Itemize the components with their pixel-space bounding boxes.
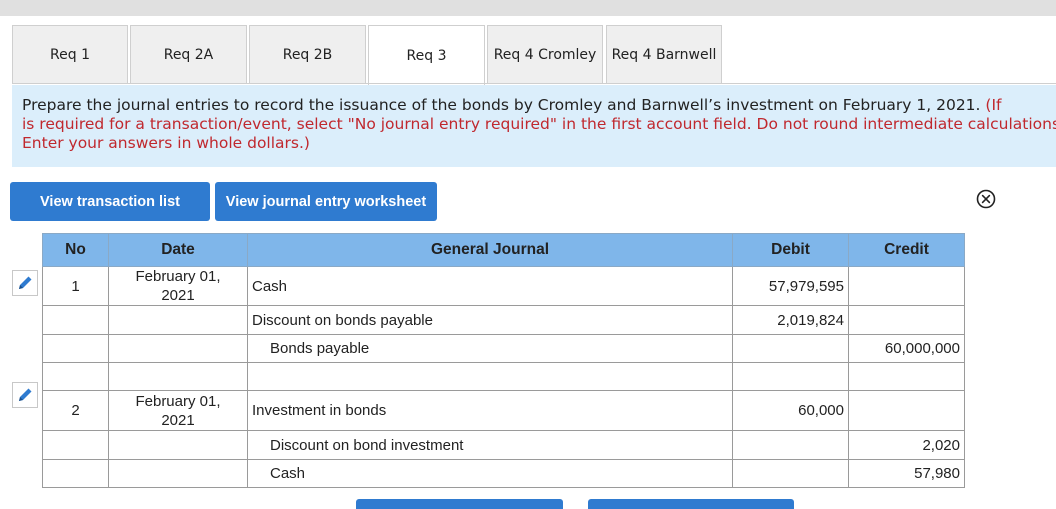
credit-amount xyxy=(848,390,965,431)
table-row xyxy=(42,362,965,391)
debit-amount xyxy=(732,334,849,363)
entry-date xyxy=(108,334,248,363)
close-circle-icon[interactable] xyxy=(976,189,996,209)
header-credit: Credit xyxy=(848,233,965,267)
account-name: Bonds payable xyxy=(247,334,733,363)
tab-divider xyxy=(12,83,1056,84)
instructions-panel: Prepare the journal entries to record th… xyxy=(12,85,1056,167)
view-transaction-list-button[interactable]: View transaction list xyxy=(10,182,210,221)
table-row: Discount on bond investment 2,020 xyxy=(42,430,965,460)
credit-amount: 60,000,000 xyxy=(848,334,965,363)
date-line: February 01, xyxy=(135,392,221,410)
pencil-icon xyxy=(19,276,32,289)
entry-date: February 01, 2021 xyxy=(108,390,248,431)
tab-req-3[interactable]: Req 3 xyxy=(368,25,485,85)
date-line: 2021 xyxy=(161,411,195,429)
header-no: No xyxy=(42,233,109,267)
tab-req-2a[interactable]: Req 2A xyxy=(130,25,247,83)
entry-number xyxy=(42,459,109,488)
entry-date xyxy=(108,362,248,391)
table-row: Cash 57,980 xyxy=(42,459,965,488)
tab-req-4-cromley[interactable]: Req 4 Cromley xyxy=(487,25,603,83)
entry-number xyxy=(42,334,109,363)
credit-amount xyxy=(848,266,965,306)
tab-req-4-barnwell[interactable]: Req 4 Barnwell xyxy=(606,25,722,83)
debit-amount: 60,000 xyxy=(732,390,849,431)
instruction-note: Enter your answers in whole dollars.) xyxy=(22,134,310,152)
account-name: Cash xyxy=(247,266,733,306)
tab-req-2b[interactable]: Req 2B xyxy=(249,25,366,83)
entry-number xyxy=(42,430,109,460)
entry-number xyxy=(42,362,109,391)
bottom-action-button[interactable] xyxy=(356,499,563,509)
header-date: Date xyxy=(108,233,248,267)
credit-amount xyxy=(848,305,965,335)
table-row: 2 February 01, 2021 Investment in bonds 6… xyxy=(42,390,965,431)
credit-amount: 2,020 xyxy=(848,430,965,460)
entry-number xyxy=(42,305,109,335)
entry-date xyxy=(108,459,248,488)
credit-amount xyxy=(848,362,965,391)
debit-amount: 2,019,824 xyxy=(732,305,849,335)
account-name xyxy=(247,362,733,391)
header-general-journal: General Journal xyxy=(247,233,733,267)
entry-date xyxy=(108,305,248,335)
debit-amount xyxy=(732,362,849,391)
entry-date xyxy=(108,430,248,460)
account-name: Discount on bonds payable xyxy=(247,305,733,335)
table-row: 1 February 01, 2021 Cash 57,979,595 xyxy=(42,266,965,306)
edit-entry-1-button[interactable] xyxy=(12,270,38,296)
account-name: Discount on bond investment xyxy=(247,430,733,460)
header-debit: Debit xyxy=(732,233,849,267)
instruction-note: is required for a transaction/event, sel… xyxy=(22,115,1056,133)
date-line: 2021 xyxy=(161,287,195,304)
top-bar xyxy=(0,0,1056,16)
entry-date: February 01, 2021 xyxy=(108,266,248,306)
table-row: Bonds payable 60,000,000 xyxy=(42,334,965,363)
debit-amount: 57,979,595 xyxy=(732,266,849,306)
entry-number: 1 xyxy=(42,266,109,306)
view-journal-entry-worksheet-button[interactable]: View journal entry worksheet xyxy=(215,182,437,221)
date-line: February 01, xyxy=(135,268,221,285)
table-row: Discount on bonds payable 2,019,824 xyxy=(42,305,965,335)
instruction-note: (If xyxy=(985,96,1002,114)
instruction-text: Prepare the journal entries to record th… xyxy=(22,96,986,114)
account-name: Investment in bonds xyxy=(247,390,733,431)
requirement-tabs: Req 1 Req 2A Req 2B Req 3 Req 4 Cromley … xyxy=(12,25,1056,85)
table-header-row: No Date General Journal Debit Credit xyxy=(42,233,965,267)
debit-amount xyxy=(732,430,849,460)
edit-entry-2-button[interactable] xyxy=(12,382,38,408)
bottom-action-button[interactable] xyxy=(588,499,794,509)
credit-amount: 57,980 xyxy=(848,459,965,488)
pencil-icon xyxy=(19,388,32,401)
debit-amount xyxy=(732,459,849,488)
entry-number: 2 xyxy=(42,390,109,431)
general-journal-table: No Date General Journal Debit Credit 1 F… xyxy=(42,233,965,488)
tab-req-1[interactable]: Req 1 xyxy=(12,25,128,83)
account-name: Cash xyxy=(247,459,733,488)
